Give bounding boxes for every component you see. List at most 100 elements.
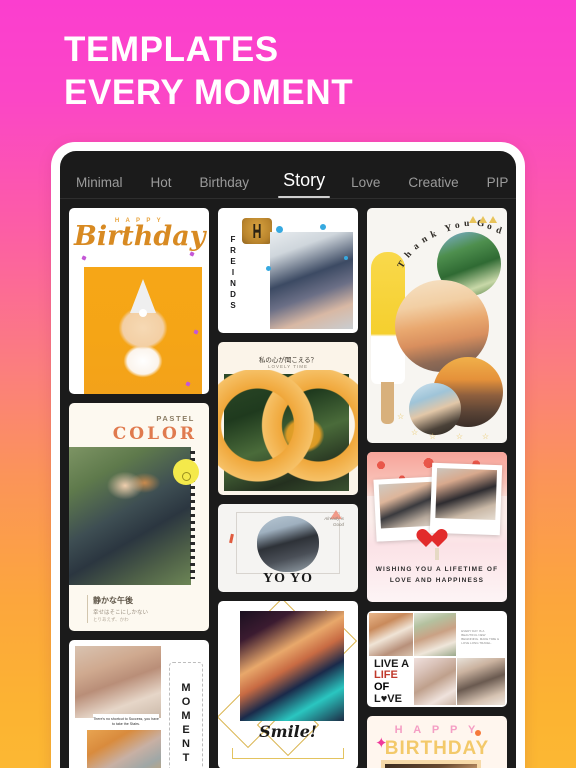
letter: R <box>230 246 236 255</box>
letter: D <box>230 290 236 299</box>
card-inner: H A P P Y Birthday <box>74 212 206 394</box>
card-photo <box>84 267 202 394</box>
tab-minimal[interactable]: Minimal <box>76 175 123 198</box>
template-column-1: H A P P Y Birthday PASTEL COLOR 静かな午後 幸せ… <box>69 208 209 768</box>
star-icon: ☆ <box>411 428 419 437</box>
dash-icon <box>229 533 234 544</box>
card-caption: There's no shortcut to Success, you have… <box>93 714 159 729</box>
triangle-icon <box>469 216 477 223</box>
letter: M <box>181 681 191 694</box>
tab-story[interactable]: Story <box>278 170 331 198</box>
arc-letter: k <box>429 229 438 241</box>
template-card-smile[interactable]: Smile! <box>218 601 358 768</box>
arc-letter: d <box>494 225 503 237</box>
collage-side-text: EVERY DAY IS A BEAUTIFUL NEW BEGINNING. … <box>461 629 499 645</box>
card-photo <box>257 516 319 572</box>
title-line-2: LIFE OF <box>374 669 413 693</box>
card-photo <box>240 611 344 721</box>
template-card-live-a-life-of-love[interactable]: EVERY DAY IS A BEAUTIFUL NEW BEGINNING. … <box>367 611 507 707</box>
card-title-script: Birthday <box>74 221 206 252</box>
caption-line-2: LOVE AND HAPPINESS <box>389 577 485 584</box>
collage-text-block: EVERY DAY IS A BEAUTIFUL NEW BEGINNING. … <box>457 613 505 657</box>
collage-photo-2 <box>414 613 456 657</box>
collage-title-block: LIVE A LIFE OF L♥VE <box>369 657 413 705</box>
popsicle-stick-icon <box>381 382 394 424</box>
card-caption: WISHING YOU A LIFETIME OF LOVE AND HAPPI… <box>373 564 501 586</box>
triangle-icon <box>479 216 487 223</box>
splash-dot <box>320 224 326 230</box>
card-photo-top <box>75 646 161 718</box>
card-title-big: COLOR <box>112 424 197 444</box>
page-title: TEMPLATES EVERY MOMENT <box>64 28 534 114</box>
template-card-wishing-lifetime[interactable]: WISHING YOU A LIFETIME OF LOVE AND HAPPI… <box>367 452 507 602</box>
template-card-moment[interactable]: There's no shortcut to Success, you have… <box>69 640 209 768</box>
card-caption: 静かな午後 幸せはそこにしかない とりあえず、かわ <box>87 595 187 623</box>
letter: E <box>230 257 236 266</box>
card-title-line-1: H A P P Y <box>394 724 480 736</box>
caption-jp: 静かな午後 <box>93 596 133 605</box>
splash-dot <box>344 256 348 260</box>
tab-hot[interactable]: Hot <box>151 175 172 198</box>
coin-icon <box>242 218 272 244</box>
tab-love[interactable]: Love <box>351 175 380 198</box>
caption-sub-2: とりあえず、かわ <box>93 617 129 622</box>
splash-dot <box>266 266 271 271</box>
star-icon: ☆ <box>429 432 437 441</box>
letter: F <box>230 235 236 244</box>
template-card-freinds[interactable]: F R E I N D S <box>218 208 358 333</box>
letter: N <box>230 279 236 288</box>
card-photo <box>270 232 353 329</box>
template-card-happy-birthday-2[interactable]: ✦ H A P P Y BIRTHDAY <box>367 716 507 768</box>
card-title: YO YO <box>263 571 313 586</box>
title-line-2-rest: OF <box>374 681 390 694</box>
tab-birthday[interactable]: Birthday <box>200 175 250 198</box>
caption-text: There's no shortcut to Success, you have… <box>93 716 159 726</box>
letter: E <box>182 723 190 736</box>
card-title: Smile! <box>259 722 317 741</box>
arc-letter: n <box>419 234 430 246</box>
star-icon <box>189 251 195 257</box>
vertical-label-freinds: F R E I N D S <box>226 236 240 310</box>
splash-dot <box>276 226 283 233</box>
template-card-thank-you-god[interactable]: T h a n k Y o u G o d ☆ ☆ ☆ ☆ ☆ <box>367 208 507 443</box>
collage-photo-4 <box>457 657 505 705</box>
card-photo <box>381 760 481 768</box>
title-line-2-red: LIFE <box>374 669 398 682</box>
title-line-3: L♥VE <box>374 693 402 705</box>
collage-photo-1 <box>369 613 413 657</box>
badge-circle <box>173 459 199 485</box>
arc-letter: o <box>454 220 461 232</box>
caption-sub-1: 幸せはそこにしかない <box>93 610 149 616</box>
arc-letter: T <box>396 259 409 271</box>
card-title-small: PASTEL <box>156 414 195 423</box>
polaroid-photo-2 <box>429 462 503 536</box>
script-line-1: Already is <box>324 516 344 521</box>
template-card-pastel-color[interactable]: PASTEL COLOR 静かな午後 幸せはそこにしかない とりあえず、かわ <box>69 403 209 631</box>
page-title-line-1: TEMPLATES <box>64 30 279 69</box>
letter: O <box>181 695 191 708</box>
template-column-3: T h a n k Y o u G o d ☆ ☆ ☆ ☆ ☆ WISHING … <box>367 208 507 768</box>
triangle-icon <box>489 216 497 223</box>
card-script-text: Already is Good <box>324 516 344 528</box>
collage-photo-3 <box>414 657 456 705</box>
arc-letter: Y <box>443 223 453 235</box>
tab-pip[interactable]: PIP <box>487 175 509 198</box>
template-card-happy-birthday[interactable]: H A P P Y Birthday <box>69 208 209 394</box>
tab-creative[interactable]: Creative <box>408 175 458 198</box>
caption-line-1: WISHING YOU A LIFETIME OF <box>375 566 499 573</box>
party-hat-icon <box>130 279 156 317</box>
arc-letter: h <box>403 249 415 261</box>
device-mockup: Minimal Hot Birthday Story Love Creative… <box>51 142 525 768</box>
card-title-line-2: BIRTHDAY <box>384 738 490 759</box>
template-card-yoyo[interactable]: Already is Good YO YO <box>218 504 358 592</box>
vertical-label-moment: M O M E N T <box>169 662 203 768</box>
template-card-lovely-time[interactable]: 私の心が聞こえる？ LOVELY TIME <box>218 342 358 495</box>
device-screen: Minimal Hot Birthday Story Love Creative… <box>60 151 516 768</box>
card-photo <box>224 374 352 491</box>
star-icon: ☆ <box>455 432 463 441</box>
card-photo-bottom <box>87 730 161 768</box>
star-icon: ☆ <box>397 412 405 421</box>
letter: S <box>230 301 236 310</box>
heart-icon <box>426 530 448 550</box>
decor-bar <box>232 748 344 759</box>
